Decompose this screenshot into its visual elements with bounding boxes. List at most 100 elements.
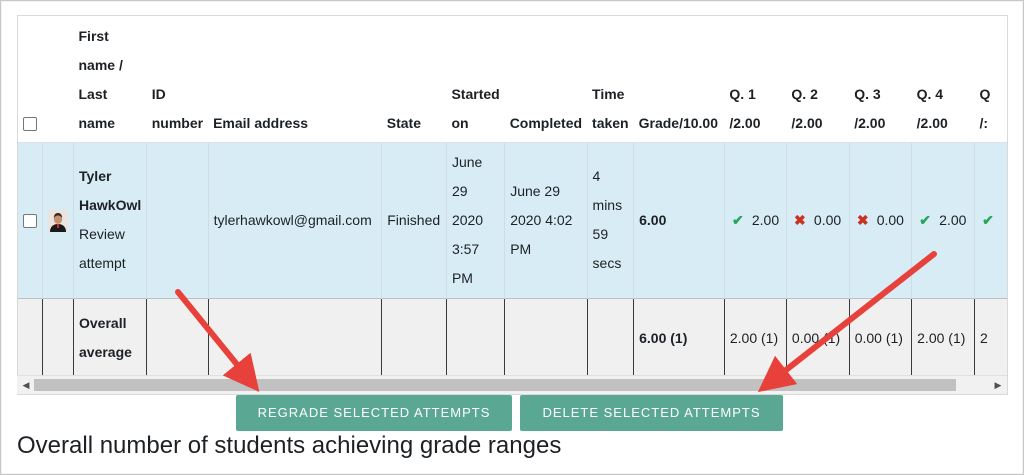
q2-cell[interactable]: ✖ 0.00 [785,142,850,298]
q4-header-line: Q. 4 [916,85,944,102]
started-line: 2020 [451,211,484,228]
id-header-line: number [151,114,204,131]
name-header[interactable]: First name / Last name [73,16,147,143]
review-attempt-link-line[interactable]: attempt [79,249,141,278]
delete-selected-attempts-button[interactable]: DELETE SELECTED ATTEMPTS [520,395,783,431]
avg-empty-cell [18,297,43,378]
name-header-line: name / [78,56,123,73]
name-cell: Tyler HawkOwl Review attempt [72,142,147,298]
check-icon: ✔ [982,211,994,228]
email-header[interactable]: Email address [208,16,382,143]
avg-empty-cell [445,297,505,378]
attempts-table: First name / Last name ID number Email a… [18,16,1007,378]
attempts-table-container: First name / Last name ID number Email a… [17,15,1008,395]
name-header-line: First [78,27,109,44]
q5-header[interactable]: Q /: [974,16,1007,143]
completed-line: 2020 4:02 [510,211,573,228]
completed-line: June 29 [510,182,561,199]
scrollbar-thumb[interactable] [34,379,956,391]
time-line: 4 [592,168,601,184]
q4-score: 2.00 [939,211,967,228]
avg-empty-cell [381,297,447,378]
q4-header-line: /2.00 [916,114,948,131]
cross-icon: ✖ [856,211,869,228]
q2-score: 0.00 [813,211,842,228]
avg-q4-cell: 2.00 (1) [911,297,975,378]
started-line: June [451,153,483,170]
time-taken-header[interactable]: Time taken [587,16,634,143]
id-number-header[interactable]: ID number [146,16,209,143]
started-line: 3:57 [451,240,480,257]
started-header-line: on [451,114,469,131]
regrade-selected-attempts-button[interactable]: REGRADE SELECTED ATTEMPTS [236,395,512,431]
q4-cell[interactable]: ✔ 2.00 [911,142,975,298]
grade-cell[interactable]: 6.00 [633,142,725,298]
q4-header[interactable]: Q. 4 /2.00 [911,16,975,143]
student-last-name[interactable]: HawkOwl [79,191,141,220]
scroll-right-icon[interactable]: ▶ [992,378,1004,392]
q2-header-line: /2.00 [791,114,823,131]
avg-label-line: Overall [79,315,127,332]
q1-header-line: Q. 1 [729,85,756,102]
q3-header-line: Q. 3 [854,85,881,102]
started-line: 29 [451,182,468,199]
avg-q2-cell: 0.00 (1) [785,297,850,378]
grade-header[interactable]: Grade/10.00 [633,16,725,143]
time-header-line: taken [592,114,629,131]
email-cell: tylerhawkowl@gmail.com [207,142,382,298]
q5-cell[interactable]: ✔ [973,142,1007,298]
state-cell: Finished [381,142,447,298]
select-all-cell [18,16,43,143]
table-row: Tyler HawkOwl Review attempt tylerhawkow… [18,142,1007,298]
q3-header-line: /2.00 [854,114,886,131]
row-select-cell [18,142,43,298]
scroll-left-icon[interactable]: ◀ [20,378,32,392]
q1-cell[interactable]: ✔ 2.00 [723,142,787,298]
started-header[interactable]: Started on [446,16,505,143]
row-checkbox[interactable] [23,213,37,228]
avg-empty-cell [146,297,209,378]
check-icon: ✔ [731,211,744,228]
q3-header[interactable]: Q. 3 /2.00 [849,16,912,143]
time-header-line: Time [592,85,625,102]
completed-line: PM [510,240,532,257]
check-icon: ✔ [919,211,931,228]
started-header-line: Started [451,85,500,102]
avatar-cell [42,142,74,298]
q3-cell[interactable]: ✖ 0.00 [848,142,912,298]
user-avatar-icon [48,209,68,232]
review-attempt-link-line[interactable]: Review [79,220,141,249]
select-all-checkbox[interactable] [23,116,37,131]
student-first-name[interactable]: Tyler [79,162,141,191]
avg-empty-cell [586,297,634,378]
avatar[interactable] [48,209,68,232]
q1-header-line: /2.00 [729,114,761,131]
avg-empty-cell [207,297,382,378]
avatar-header [42,16,74,143]
q1-score: 2.00 [751,211,780,228]
avg-empty-cell [42,297,74,378]
q2-header[interactable]: Q. 2 /2.00 [786,16,850,143]
table-header-row: First name / Last name ID number Email a… [18,16,1007,143]
id-header-line: ID [151,85,166,102]
time-line: mins [592,197,623,213]
avg-q1-cell: 2.00 (1) [723,297,787,378]
horizontal-scrollbar[interactable]: ◀ ▶ [17,375,1007,394]
q5-header-line: /: [979,114,989,131]
grade-ranges-heading: Overall number of students achieving gra… [17,432,562,459]
avg-q3-cell: 0.00 (1) [848,297,912,378]
time-line: 59 [592,226,609,242]
state-header[interactable]: State [381,16,447,143]
id-number-cell [146,142,209,298]
avg-label-line: average [79,344,132,361]
time-line: secs [592,255,622,271]
avg-q5-cell: 2 [973,297,1007,378]
completed-header[interactable]: Completed [504,16,588,143]
q1-header[interactable]: Q. 1 /2.00 [724,16,787,143]
overall-average-row: Overall average 6.00 (1) 2.00 (1) 0.00 (… [18,297,1007,378]
q3-score: 0.00 [876,211,904,228]
started-cell: June 29 2020 3:57 PM [445,142,505,298]
completed-cell: June 29 2020 4:02 PM [504,142,588,298]
name-header-line: Last [78,85,108,102]
time-taken-cell: 4 mins 59 secs [586,142,634,298]
